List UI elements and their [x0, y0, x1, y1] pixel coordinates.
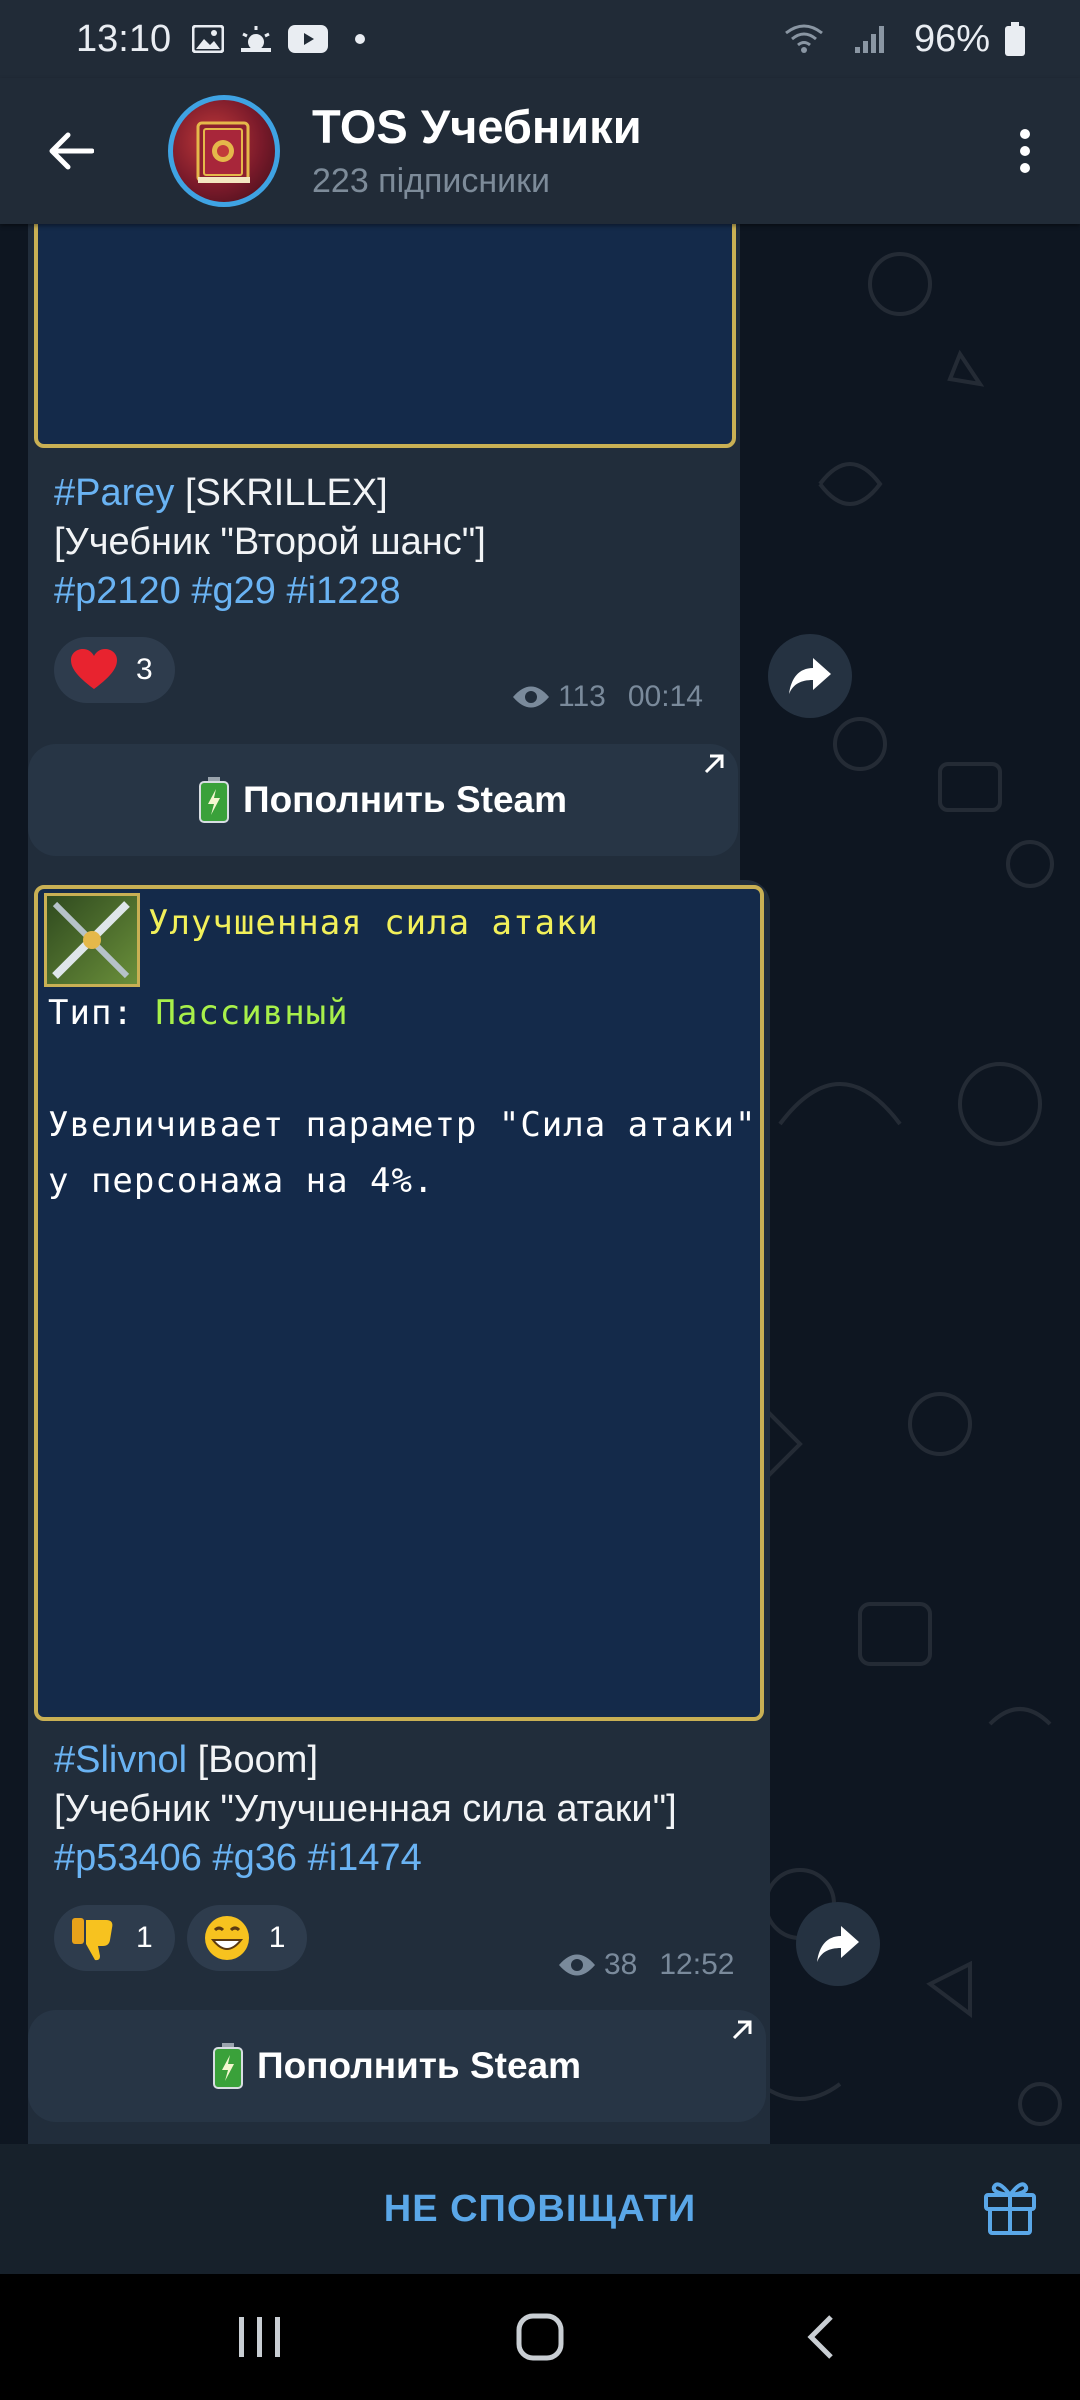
skill-desc-line: Увеличивает параметр "Сила атаки"	[48, 1105, 757, 1145]
hashtag-link[interactable]: #Parey	[54, 472, 174, 514]
youtube-icon	[287, 22, 329, 56]
share-arrow-icon	[817, 1926, 859, 1962]
reaction-count: 3	[136, 653, 153, 686]
skill-type-label: Тип:	[48, 993, 134, 1033]
caption-author: [SKRILLEX]	[174, 472, 388, 514]
hashtag-link[interactable]: #p53406	[54, 1837, 202, 1879]
battery-percent: 96%	[913, 17, 990, 60]
hashtag-link[interactable]: #i1474	[308, 1837, 422, 1879]
subscriber-count: 223 підписники	[312, 162, 551, 200]
message-caption: #Slivnol [Boom] [Учебник "Улучшенная сил…	[54, 1736, 766, 1883]
reaction-thumbs-down[interactable]: 1	[54, 1905, 175, 1971]
channel-avatar[interactable]	[168, 95, 280, 207]
hashtag-link[interactable]: #g36	[213, 1837, 298, 1879]
button-label: Пополнить Steam	[256, 2045, 582, 2086]
caption-title: [Учебник "Второй шанс"]	[54, 521, 486, 563]
recent-apps-icon	[239, 2317, 280, 2357]
skill-description: Увеличивает параметр "Сила атаки" у перс…	[48, 1097, 757, 1209]
share-arrow-icon	[789, 658, 831, 694]
gift-icon	[984, 2182, 1036, 2235]
channel-title[interactable]: TOS Учебники	[312, 99, 642, 155]
gallery-icon	[191, 22, 225, 56]
battery-emoji-icon	[212, 2043, 243, 2089]
hashtag-link[interactable]: #g29	[191, 570, 276, 612]
reaction-grin[interactable]: 1	[186, 1905, 308, 1971]
more-vertical-icon	[1020, 129, 1030, 173]
status-time: 13:10	[76, 17, 172, 60]
reaction-heart[interactable]: 3	[54, 637, 175, 703]
bottom-action-bar: НЕ СПОВІЩАТИ	[0, 2144, 1080, 2274]
views-eye-icon	[513, 686, 549, 708]
back-button[interactable]	[0, 78, 140, 224]
recent-apps-button[interactable]	[200, 2287, 320, 2387]
message-image[interactable]: Улучшенная сила атаки Тип: Пассивный Уве…	[34, 885, 764, 1721]
reaction-count: 1	[268, 1921, 286, 1954]
weather-icon	[239, 22, 273, 56]
external-link-icon	[704, 754, 724, 774]
message-meta: 113 00:14	[512, 680, 703, 714]
skill-type-value: Пассивный	[155, 993, 349, 1033]
message-caption: #Parey [SKRILLEX] [Учебник "Второй шанс"…	[54, 469, 734, 616]
inline-keyboard-button[interactable]: Пополнить Steam	[28, 2010, 766, 2122]
gift-button[interactable]	[982, 2177, 1046, 2241]
view-count: 113	[558, 680, 606, 713]
inline-keyboard-button[interactable]: Пополнить Steam	[28, 744, 738, 856]
hashtag-link[interactable]: #i1228	[286, 570, 400, 612]
status-bar: 13:10 96%	[0, 0, 1080, 78]
message-time: 00:14	[627, 680, 703, 713]
view-count: 38	[604, 1948, 638, 1981]
button-label: Пополнить Steam	[242, 779, 568, 820]
heart-icon	[70, 646, 118, 694]
chat-area[interactable]: #Parey [SKRILLEX] [Учебник "Второй шанс"…	[0, 224, 1080, 2144]
chevron-left-icon	[807, 2315, 833, 2359]
home-icon	[516, 2313, 564, 2361]
views-eye-icon	[559, 1954, 595, 1976]
thumbs-down-icon	[70, 1914, 118, 1962]
message-image[interactable]	[34, 224, 736, 448]
system-navigation-bar	[0, 2274, 1080, 2400]
share-button[interactable]	[768, 634, 852, 718]
more-options-button[interactable]	[970, 78, 1080, 224]
arrow-left-icon	[49, 132, 94, 170]
message-meta: 38 12:52	[558, 1948, 734, 1982]
skill-desc-line: у персонажа на 4%.	[48, 1161, 435, 1201]
mute-button[interactable]: НЕ СПОВІЩАТИ	[384, 2188, 696, 2231]
reaction-count: 1	[136, 1921, 153, 1954]
battery-icon	[1004, 22, 1026, 56]
book-icon	[196, 121, 250, 183]
home-button[interactable]	[480, 2287, 600, 2387]
battery-emoji-icon	[198, 777, 229, 823]
external-link-icon	[732, 2020, 752, 2040]
system-back-button[interactable]	[760, 2287, 880, 2387]
signal-icon	[852, 22, 886, 56]
caption-author: [Boom]	[187, 1739, 319, 1781]
grin-face-icon	[203, 1914, 251, 1962]
message-time: 12:52	[659, 1948, 735, 1981]
skill-icon	[44, 893, 140, 987]
hashtag-link[interactable]: #Slivnol	[54, 1739, 187, 1781]
wifi-icon	[784, 22, 824, 56]
share-button[interactable]	[796, 1902, 880, 1986]
hashtag-link[interactable]: #p2120	[54, 570, 181, 612]
caption-title: [Учебник "Улучшенная сила атаки"]	[54, 1788, 677, 1830]
dot-icon	[343, 22, 377, 56]
skill-name: Улучшенная сила атаки	[148, 903, 599, 943]
chat-header: TOS Учебники 223 підписники	[0, 78, 1080, 224]
